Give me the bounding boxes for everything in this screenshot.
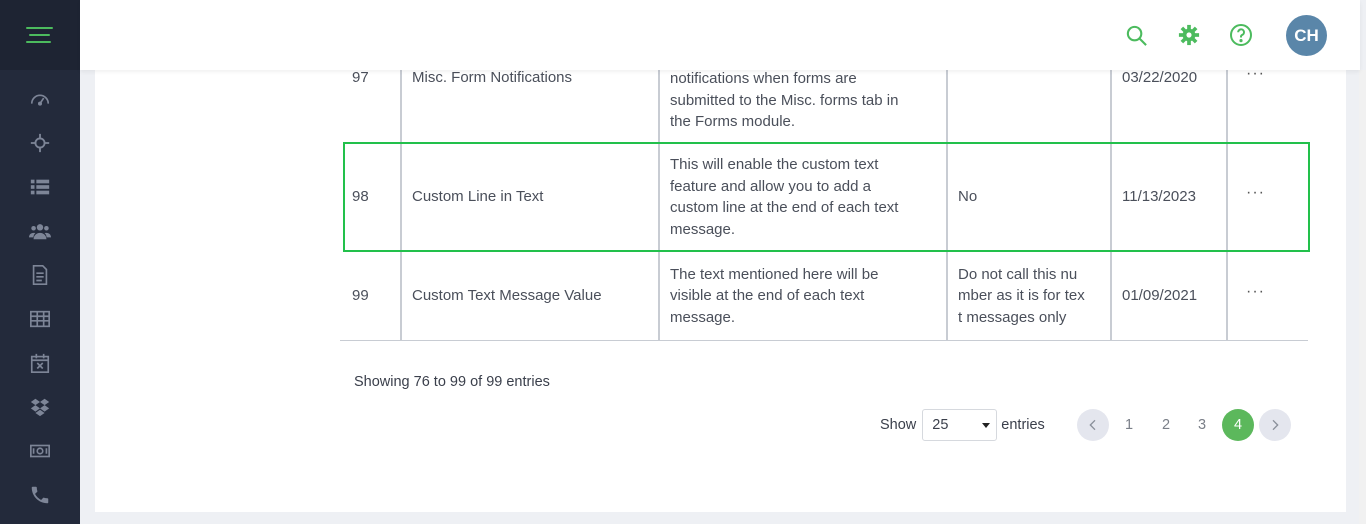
value-line: t messages only [958,308,1067,326]
chevron-down-icon [982,423,991,428]
table-row: 98 Custom Line in Text This will enable … [340,142,1308,252]
users-icon[interactable] [26,217,54,245]
help-icon[interactable] [1228,22,1254,48]
value-line: No [958,188,978,206]
description-line: message. [670,220,736,238]
page-button-1[interactable]: 1 [1113,409,1145,441]
table-icon[interactable] [26,305,54,333]
value-line: mber as it is for tex [958,287,1085,304]
description-line: custom line at the end of each text [670,199,899,216]
menu-toggle-icon[interactable] [26,27,54,45]
more-actions-icon[interactable]: ··· [1246,184,1265,201]
search-icon[interactable] [1123,22,1149,48]
description-line: submitted to the Misc. forms tab in [670,91,899,109]
page-button-3[interactable]: 3 [1186,409,1218,441]
page-button-2[interactable]: 2 [1150,409,1182,441]
setting-description: The text mentioned here will be visible … [659,252,948,340]
show-label: Show [880,417,917,433]
entries-label: entries [1001,417,1045,433]
more-actions-icon[interactable]: ··· [1246,283,1265,300]
setting-date: 11/13/2023 [1111,142,1228,252]
page-size-value: 25 [932,417,949,433]
page-size-select[interactable]: 25 [922,409,998,441]
description-line: feature and allow you to add a [670,177,871,195]
setting-description: This will enable the custom text feature… [659,142,948,252]
description-line: visible at the end of each text [670,287,865,304]
setting-name: Custom Text Message Value [401,252,660,340]
description-line: message. [670,308,736,326]
dashboard-icon[interactable] [26,85,54,113]
setting-name: Custom Line in Text [401,142,660,252]
settings-table: 97 Misc. Form Notifications notification… [340,55,1308,341]
prev-page-button[interactable] [1077,409,1109,441]
description-line: The text mentioned here will be [670,265,879,283]
sidebar [0,0,80,524]
top-header: CH [80,0,1360,70]
gear-icon[interactable] [1176,22,1202,48]
setting-date: 01/09/2021 [1111,252,1228,340]
calendar-x-icon[interactable] [26,349,54,377]
list-icon[interactable] [26,173,54,201]
row-actions: ··· [1227,142,1308,252]
setting-value: Do not call this nu mber as it is for te… [947,252,1112,340]
next-page-button[interactable] [1259,409,1291,441]
description-line: This will enable the custom text [670,156,879,173]
row-actions: ··· [1227,252,1308,340]
page-button-4[interactable]: 4 [1222,409,1254,441]
phone-icon[interactable] [26,481,54,509]
money-icon[interactable] [26,437,54,465]
avatar[interactable]: CH [1286,15,1327,56]
crosshair-icon[interactable] [26,129,54,157]
scrollbar[interactable] [1359,70,1366,524]
entries-info: Showing 76 to 99 of 99 entries [354,374,550,390]
description-line: notifications when forms are [670,70,857,87]
value-line: Do not call this nu [958,265,1078,283]
sidebar-brand [0,0,80,70]
table-row: 99 Custom Text Message Value The text me… [340,252,1308,340]
row-number: 99 [340,252,402,340]
description-line: the Forms module. [670,113,796,130]
setting-value: No [947,142,1112,252]
page-length-control: Show 25 entries [880,409,1045,441]
document-icon[interactable] [26,261,54,289]
dropbox-icon[interactable] [26,393,54,421]
row-number: 98 [340,142,402,252]
